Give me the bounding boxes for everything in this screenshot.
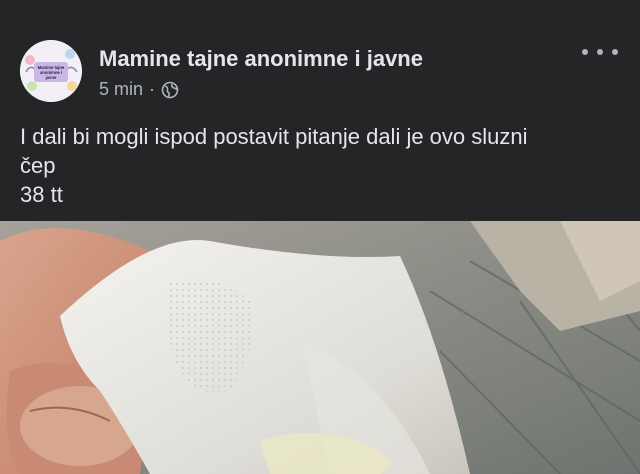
more-dot [582, 49, 588, 55]
post-text-line: I dali bi mogli ispod postavit pitanje d… [20, 124, 528, 149]
post-timestamp[interactable]: 5 min [99, 79, 143, 100]
post-header: Mamine tajne anonimne i javne Mamine taj… [0, 0, 640, 110]
more-dot [612, 49, 618, 55]
more-dot [597, 49, 603, 55]
more-options-icon[interactable] [582, 40, 618, 64]
group-name-link[interactable]: Mamine tajne anonimne i javne [99, 46, 423, 72]
avatar-text-3: javne [45, 75, 57, 80]
avatar-image: Mamine tajne anonimne i javne [20, 40, 82, 102]
globe-icon[interactable] [161, 81, 179, 99]
post-card: Mamine tajne anonimne i javne Mamine taj… [0, 0, 640, 474]
post-photo[interactable] [0, 221, 640, 474]
group-avatar[interactable]: Mamine tajne anonimne i javne [20, 40, 82, 102]
post-text-line: 38 tt [20, 182, 63, 207]
post-text: I dali bi mogli ispod postavit pitanje d… [20, 122, 620, 209]
post-text-line: čep [20, 153, 56, 178]
meta-separator: · [149, 79, 156, 99]
post-meta: 5 min · [99, 79, 179, 100]
